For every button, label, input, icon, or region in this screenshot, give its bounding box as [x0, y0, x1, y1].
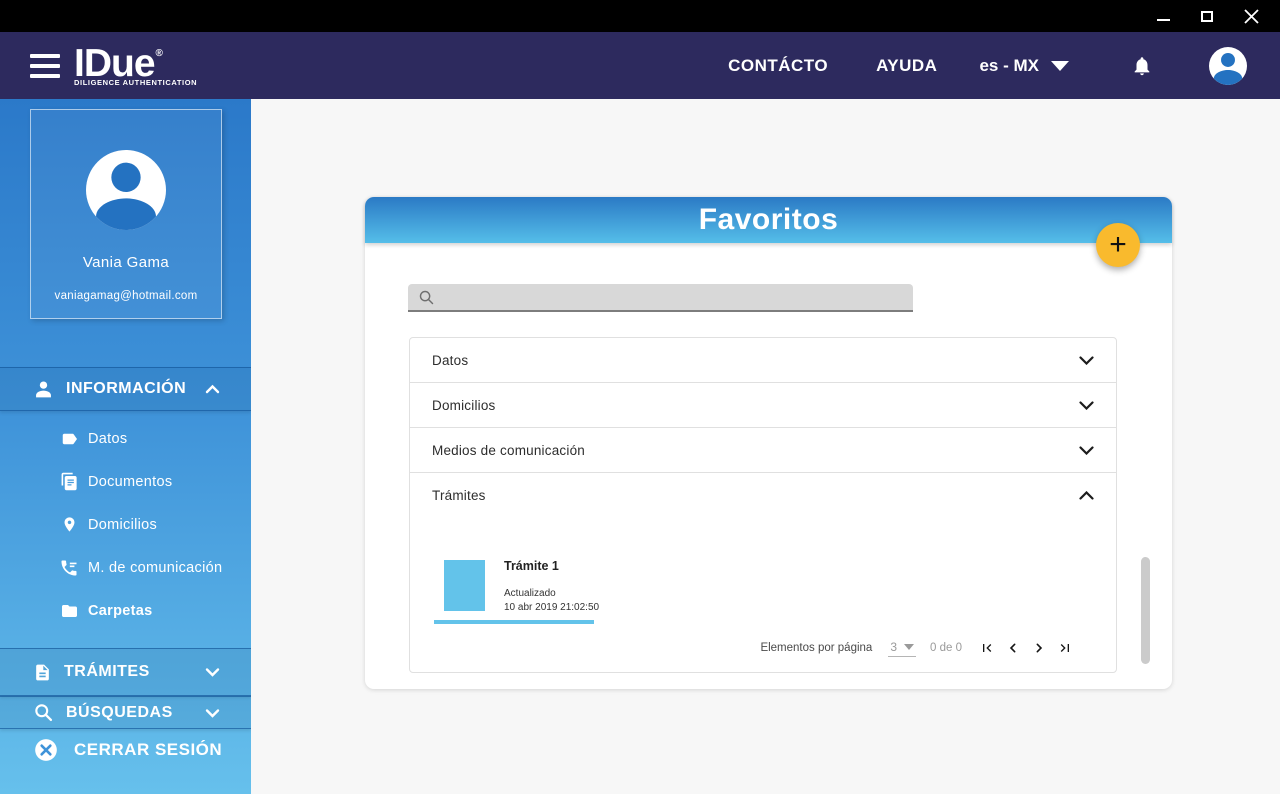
- sidebar-item-label: M. de comunicación: [88, 559, 223, 576]
- add-favorite-button[interactable]: +: [1096, 223, 1140, 267]
- sidebar-item-carpetas[interactable]: Carpetas: [0, 589, 251, 632]
- prev-page-icon[interactable]: [1002, 637, 1024, 659]
- search-icon: [33, 702, 54, 723]
- nav-contact[interactable]: CONTÁCTO: [728, 56, 828, 76]
- label-icon: [58, 430, 80, 448]
- tramite-thumbnail[interactable]: [444, 560, 485, 611]
- location-pin-icon: [58, 514, 80, 535]
- app-logo: IDue® DILIGENCE AUTHENTICATION: [74, 44, 197, 87]
- items-per-page-label: Elementos por página: [760, 642, 873, 654]
- accordion-row-datos[interactable]: Datos: [410, 338, 1116, 383]
- page-title: Favoritos: [698, 203, 839, 236]
- profile-avatar: [86, 150, 166, 230]
- chevron-down-icon: [904, 643, 915, 650]
- tramite-status: Actualizado: [504, 588, 556, 599]
- next-page-icon[interactable]: [1028, 637, 1050, 659]
- tramite-underline: [434, 620, 594, 624]
- documents-icon: [58, 471, 80, 492]
- logout-button[interactable]: CERRAR SESIÓN: [0, 729, 251, 771]
- bell-icon[interactable]: [1131, 54, 1153, 78]
- hamburger-icon[interactable]: [30, 53, 60, 78]
- app-header: IDue® DILIGENCE AUTHENTICATION CONTÁCTO …: [0, 32, 1280, 99]
- sidebar-menu: INFORMACIÓN Datos Documentos Domicilios …: [0, 367, 251, 771]
- header-nav: CONTÁCTO AYUDA es - MX: [728, 46, 1280, 85]
- chevron-up-icon: [205, 384, 220, 394]
- sidebar-item-label: Carpetas: [88, 602, 153, 619]
- favorites-header: Favoritos: [365, 197, 1172, 243]
- sidebar-section-label: INFORMACIÓN: [66, 380, 187, 397]
- sidebar-section-tramites[interactable]: TRÁMITES: [0, 648, 251, 696]
- profile-email: vaniagamag@hotmail.com: [54, 290, 198, 302]
- page-range: 0 de 0: [930, 642, 962, 654]
- maximize-icon[interactable]: [1194, 3, 1220, 29]
- accordion-row-medios[interactable]: Medios de comunicación: [410, 428, 1116, 473]
- registered-mark: ®: [155, 48, 163, 60]
- sidebar-item-comunicacion[interactable]: M. de comunicación: [0, 546, 251, 589]
- chevron-down-icon: [1079, 355, 1094, 365]
- search-input[interactable]: [435, 284, 913, 310]
- chevron-down-icon: [1079, 400, 1094, 410]
- accordion-label: Datos: [432, 352, 469, 368]
- sidebar-item-datos[interactable]: Datos: [0, 417, 251, 460]
- chevron-down-icon: [1079, 445, 1094, 455]
- informacion-submenu: Datos Documentos Domicilios M. de comuni…: [0, 411, 251, 640]
- search-bar: [408, 284, 913, 312]
- tramite-timestamp: 10 abr 2019 21:02:50: [504, 602, 600, 613]
- sidebar-section-busquedas[interactable]: BÚSQUEDAS: [0, 696, 251, 729]
- accordion-label: Medios de comunicación: [432, 442, 585, 458]
- accordion-row-tramites[interactable]: Trámites: [410, 473, 1116, 518]
- minimize-icon[interactable]: [1150, 3, 1176, 29]
- sidebar-section-label: TRÁMITES: [64, 663, 150, 680]
- first-page-icon[interactable]: [976, 637, 998, 659]
- user-avatar[interactable]: [1209, 46, 1247, 85]
- sidebar-item-domicilios[interactable]: Domicilios: [0, 503, 251, 546]
- sidebar-section-label: BÚSQUEDAS: [66, 703, 173, 721]
- chevron-down-icon: [205, 667, 220, 677]
- tramite-title[interactable]: Trámite 1: [504, 559, 559, 573]
- paginator: Elementos por página 3 0 de 0: [760, 634, 1076, 662]
- chevron-down-icon: [1051, 60, 1069, 71]
- folder-icon: [58, 602, 80, 620]
- accordion-label: Domicilios: [432, 397, 496, 413]
- person-icon: [33, 379, 54, 400]
- favorites-card: Favoritos + Datos Domicilios Medios de c…: [365, 197, 1172, 689]
- language-selector[interactable]: es - MX: [979, 56, 1069, 76]
- sidebar-section-informacion[interactable]: INFORMACIÓN: [0, 367, 251, 411]
- favorites-accordion: Datos Domicilios Medios de comunicación …: [409, 337, 1117, 673]
- logo-text: IDue: [74, 42, 156, 86]
- phone-icon: [58, 558, 80, 578]
- sidebar-item-documentos[interactable]: Documentos: [0, 460, 251, 503]
- last-page-icon[interactable]: [1054, 637, 1076, 659]
- chevron-down-icon: [205, 708, 220, 718]
- sidebar-item-label: Domicilios: [88, 516, 158, 533]
- page-size-select[interactable]: 3: [888, 639, 917, 657]
- nav-help[interactable]: AYUDA: [876, 56, 937, 76]
- cancel-circle-icon: [33, 737, 59, 763]
- accordion-label: Trámites: [432, 488, 486, 503]
- card-scrollbar-thumb[interactable]: [1141, 557, 1150, 664]
- page-size-value: 3: [890, 639, 898, 654]
- sidebar: Vania Gama vaniagamag@hotmail.com INFORM…: [0, 99, 251, 794]
- profile-name: Vania Gama: [82, 254, 170, 271]
- sidebar-item-label: Documentos: [88, 473, 173, 490]
- close-icon[interactable]: [1238, 3, 1264, 29]
- sidebar-item-label: Datos: [88, 430, 128, 447]
- accordion-row-domicilios[interactable]: Domicilios: [410, 383, 1116, 428]
- document-icon: [33, 662, 52, 683]
- chevron-up-icon: [1079, 491, 1094, 500]
- language-value: es - MX: [979, 55, 1039, 75]
- logout-label: CERRAR SESIÓN: [74, 740, 223, 759]
- profile-card: Vania Gama vaniagamag@hotmail.com: [30, 109, 222, 319]
- search-icon: [419, 290, 434, 304]
- window-titlebar: [0, 0, 1280, 32]
